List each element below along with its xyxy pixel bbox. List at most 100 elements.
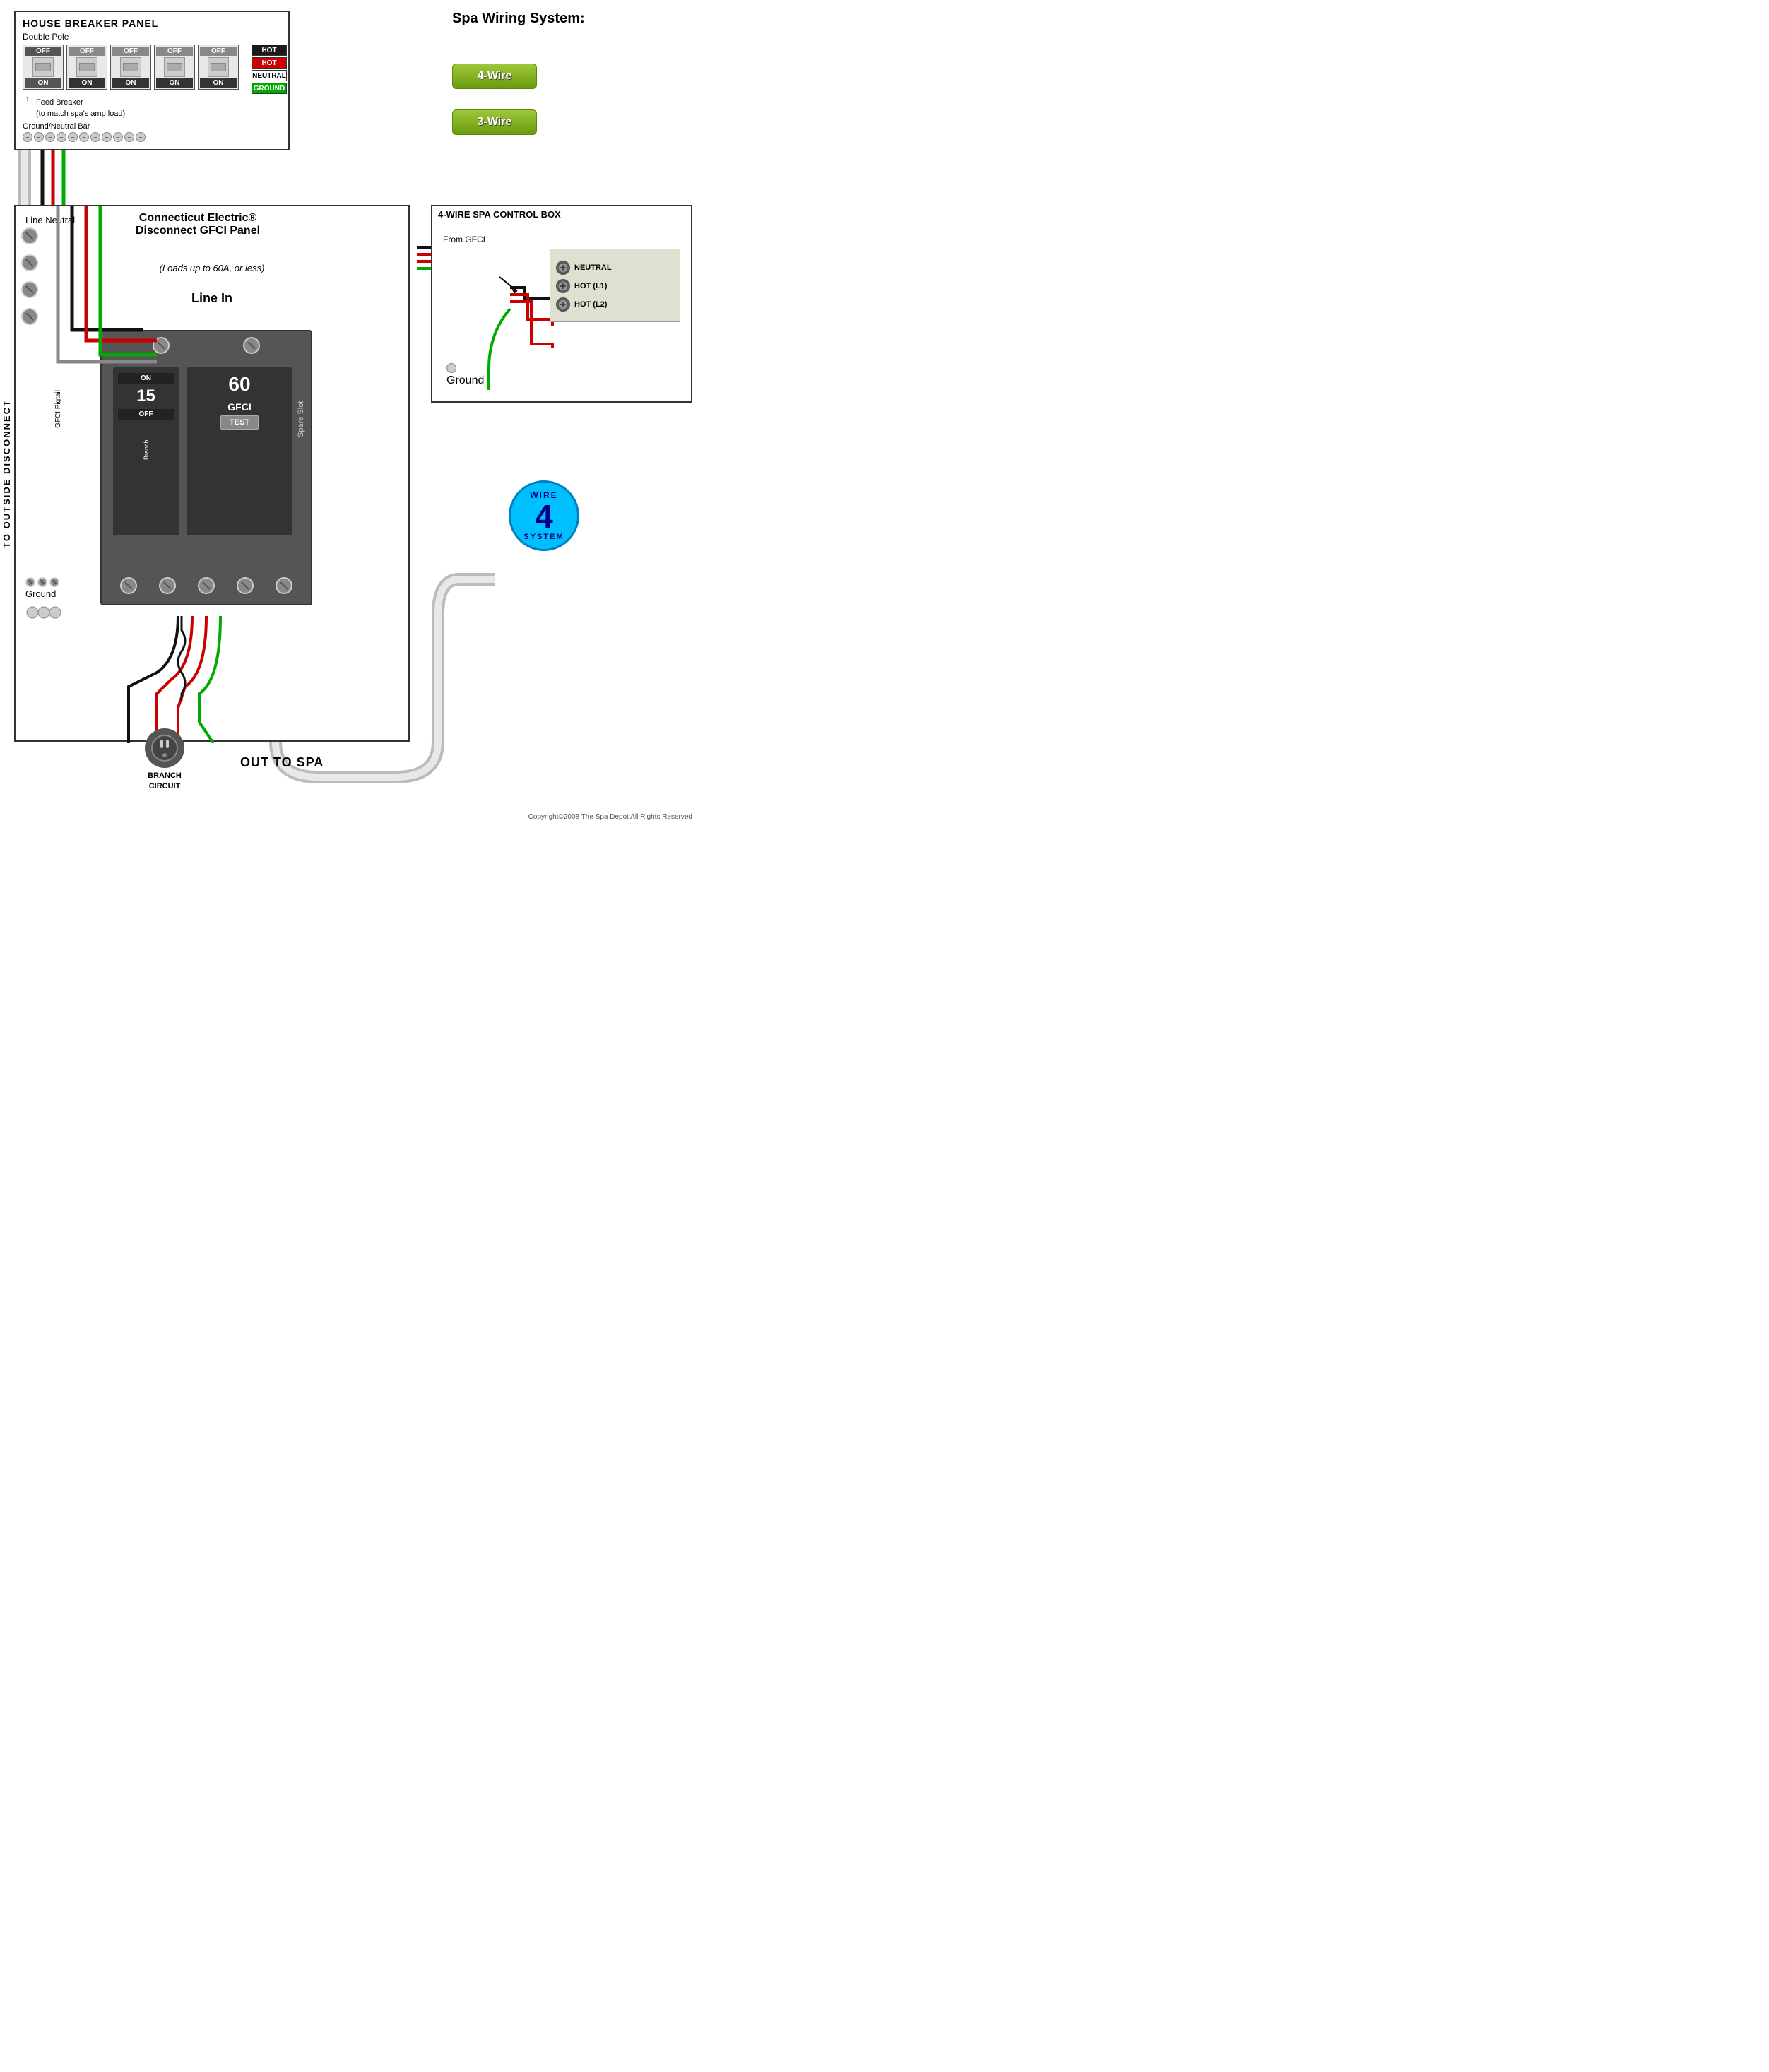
- spa-gnd-screw-1: [446, 363, 456, 373]
- branch-off: OFF: [118, 409, 174, 420]
- breaker-switch-3[interactable]: [120, 57, 141, 77]
- terminal-screw-neutral: [556, 261, 570, 275]
- gfci-label: GFCI: [227, 401, 251, 413]
- bar-screw-4: –: [57, 132, 66, 142]
- from-gfci-label: From GFCI: [443, 235, 485, 244]
- breaker-1[interactable]: OFF ON: [23, 45, 64, 90]
- wire4-system-badge: WIRE 4 SYSTEM: [509, 480, 579, 551]
- breaker-2[interactable]: OFF ON: [66, 45, 107, 90]
- gfci-pigtail-label: GFCI Pigtail: [54, 390, 62, 428]
- switch-inner-5: [211, 63, 226, 71]
- wire4-button[interactable]: 4-Wire: [452, 64, 537, 89]
- line-screws: [21, 227, 38, 325]
- breaker-on-2: ON: [69, 78, 105, 88]
- bar-screw-2: –: [34, 132, 44, 142]
- breaker-3[interactable]: OFF ON: [110, 45, 151, 90]
- top-screw-2: [243, 337, 260, 354]
- neutral-color: NEUTRAL: [252, 70, 287, 81]
- house-breaker-panel: HOUSE BREAKER PANEL Double Pole OFF ON O…: [14, 11, 290, 150]
- switch-inner-3: [123, 63, 138, 71]
- bar-screw-8: –: [102, 132, 112, 142]
- breaker-off-2: OFF: [69, 47, 105, 56]
- breaker-on-5: ON: [200, 78, 237, 88]
- breaker-switch-2[interactable]: [76, 57, 97, 77]
- bottom-screw-5: [276, 577, 292, 594]
- bottom-screw-4: [237, 577, 254, 594]
- terminal-hot-l1: HOT (L1): [556, 279, 674, 293]
- gfci-bottom-screws: [102, 577, 311, 594]
- ground-label-main: Ground: [25, 577, 59, 599]
- gnd-screw-2: [37, 577, 47, 587]
- hot1-color: HOT: [252, 45, 287, 56]
- breaker-off-3: OFF: [112, 47, 149, 56]
- legend-hot1: HOT: [252, 45, 287, 56]
- bottom-screw-2: [159, 577, 176, 594]
- bar-screw-1: –: [23, 132, 32, 142]
- feed-breaker-label: Feed Breaker: [36, 98, 125, 107]
- wire3-button[interactable]: 3-Wire: [452, 109, 537, 135]
- badge-system-text: SYSTEM: [523, 533, 564, 541]
- terminal-board: NEUTRAL HOT (L1) HOT (L2): [550, 249, 680, 322]
- spa-ground-screws: [446, 363, 484, 373]
- bar-screw-6: –: [79, 132, 89, 142]
- badge-number: 4: [535, 500, 553, 533]
- branch-circuit-plug: [145, 728, 184, 768]
- bar-screw-5: –: [68, 132, 78, 142]
- branch-breaker[interactable]: ON 15 OFF Branch: [112, 367, 179, 536]
- spa-control-box: 4-WIRE SPA CONTROL BOX From GFCI: [431, 205, 692, 403]
- legend: HOT HOT NEUTRAL GROUND: [252, 45, 287, 94]
- breaker-4[interactable]: OFF ON: [154, 45, 195, 90]
- gfci-60: 60: [228, 373, 250, 396]
- terminal-screw-l1: [556, 279, 570, 293]
- gfci-panel-title: Connecticut Electric®Disconnect GFCI Pan…: [136, 212, 260, 237]
- ground-color: GROUND: [252, 83, 287, 94]
- breaker-switch-1[interactable]: [32, 57, 54, 77]
- to-outside-disconnect-label: TO OUTSIDE DISCONNECT: [0, 205, 13, 742]
- out-to-spa-label: OUT TO SPA: [240, 755, 324, 770]
- breaker-on-1: ON: [25, 78, 61, 88]
- terminal-l2-label: HOT (L2): [574, 300, 607, 309]
- branch-number: 15: [136, 386, 155, 406]
- line-neutral-label: Line Neutral: [25, 215, 75, 225]
- branch-circuit-label: BRANCHCIRCUIT: [145, 771, 184, 791]
- breaker-on-3: ON: [112, 78, 149, 88]
- breaker-switch-5[interactable]: [208, 57, 229, 77]
- terminal-neutral: NEUTRAL: [556, 261, 674, 275]
- spare-slot-label: Spare Slot: [297, 367, 305, 437]
- gfci-top-screws: [102, 337, 311, 354]
- gfci-panel-title-text: Connecticut Electric®Disconnect GFCI Pan…: [136, 212, 260, 237]
- bar-screw-7: –: [90, 132, 100, 142]
- legend-ground: GROUND: [252, 83, 287, 94]
- legend-hot2: HOT: [252, 57, 287, 69]
- branch-label: Branch: [143, 425, 150, 475]
- house-panel-title: HOUSE BREAKER PANEL: [23, 18, 281, 29]
- legend-neutral: NEUTRAL: [252, 70, 287, 81]
- terminal-hot-l2: HOT (L2): [556, 297, 674, 312]
- bottom-screw-1: [120, 577, 137, 594]
- screw-ln-4: [21, 308, 38, 325]
- gfci-breaker[interactable]: 60 GFCI TEST: [187, 367, 292, 536]
- breaker-off-1: OFF: [25, 47, 61, 56]
- to-outside-text: TO OUTSIDE DISCONNECT: [1, 399, 12, 548]
- copyright: Copyright©2008 The Spa Depot All Rights …: [528, 813, 692, 821]
- breakers-row: OFF ON OFF ON OFF: [23, 45, 239, 90]
- top-screw-1: [153, 337, 170, 354]
- bar-screw-9: –: [113, 132, 123, 142]
- spa-wiring-title: Spa Wiring System:: [452, 11, 585, 27]
- terminal-screw-l2: [556, 297, 570, 312]
- spa-ground-label: Ground: [446, 363, 484, 387]
- line-in-label: Line In: [16, 291, 408, 306]
- bottom-screw-3: [198, 577, 215, 594]
- gfci-box: ON 15 OFF Branch 60 GFCI TEST Spare Slot: [100, 330, 312, 605]
- hot2-color: HOT: [252, 57, 287, 69]
- switch-inner-2: [79, 63, 95, 71]
- spa-control-title: 4-WIRE SPA CONTROL BOX: [432, 206, 691, 223]
- bar-screw-3: –: [45, 132, 55, 142]
- breaker-5[interactable]: OFF ON: [198, 45, 239, 90]
- breaker-off-5: OFF: [200, 47, 237, 56]
- test-button[interactable]: TEST: [220, 415, 259, 430]
- breaker-on-4: ON: [156, 78, 193, 88]
- screw-ln-3: [21, 281, 38, 298]
- bar-screw-11: –: [136, 132, 146, 142]
- breaker-switch-4[interactable]: [164, 57, 185, 77]
